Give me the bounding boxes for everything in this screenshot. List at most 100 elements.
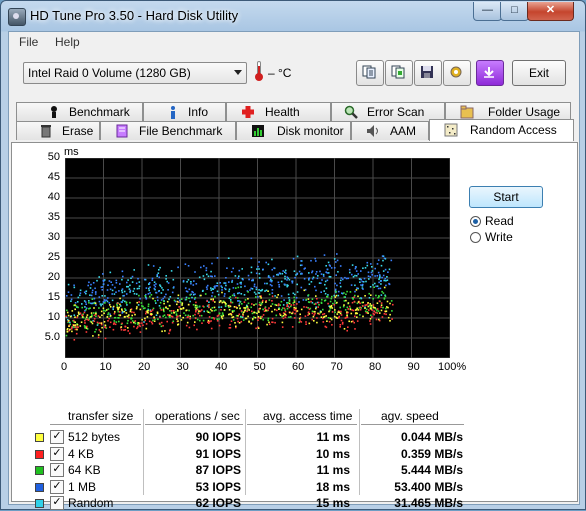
scatter-point-64-kb <box>134 322 137 325</box>
tab-benchmark[interactable]: Benchmark <box>16 102 143 121</box>
x-tick-label: 90 <box>407 361 420 373</box>
series-checkbox[interactable]: ✓ <box>50 496 64 510</box>
scatter-point-512-bytes <box>228 309 231 311</box>
scatter-point-64-kb <box>95 315 97 317</box>
drive-select[interactable]: Intel Raid 0 Volume (1280 GB) <box>23 62 247 84</box>
x-tick-label: 0 <box>61 361 68 373</box>
scatter-point-1-mb <box>105 299 108 302</box>
tab-erase[interactable]: Erase <box>16 121 100 140</box>
save-button[interactable] <box>414 60 442 86</box>
read-radio-label[interactable]: Read <box>485 214 514 228</box>
series-checkbox[interactable]: ✓ <box>50 463 64 477</box>
scatter-point-512-bytes <box>347 302 350 304</box>
scatter-point-512-bytes <box>300 308 303 311</box>
tab-disk-monitor[interactable]: Disk monitor <box>236 121 351 140</box>
start-button[interactable]: Start <box>469 186 543 208</box>
scatter-point-4-kb <box>93 320 96 322</box>
scatter-point-random <box>159 285 162 288</box>
scatter-point-512-bytes <box>86 314 89 316</box>
scatter-point-4-kb <box>197 312 199 315</box>
scatter-point-512-bytes <box>223 309 226 311</box>
scatter-point-64-kb <box>343 296 346 298</box>
scatter-point-1-mb <box>342 278 344 281</box>
scatter-point-4-kb <box>131 311 133 313</box>
minimize-button[interactable]: — <box>473 2 502 21</box>
scatter-point-1-mb <box>221 289 223 291</box>
scatter-point-512-bytes <box>279 314 282 316</box>
scatter-point-random <box>145 296 147 299</box>
x-tick-label: 100% <box>438 361 467 373</box>
scatter-point-512-bytes <box>114 311 116 313</box>
scatter-point-1-mb <box>354 290 356 293</box>
scatter-point-1-mb <box>120 301 123 303</box>
maximize-button[interactable]: □ <box>500 2 529 21</box>
scatter-point-4-kb <box>262 314 265 316</box>
scatter-point-4-kb <box>316 317 318 319</box>
scatter-point-64-kb <box>93 302 95 305</box>
write-radio-label[interactable]: Write <box>485 230 513 244</box>
menu-help[interactable]: Help <box>55 35 80 49</box>
tab-aam[interactable]: AAM <box>351 121 429 140</box>
scatter-point-4-kb <box>169 328 172 331</box>
series-checkbox[interactable]: ✓ <box>50 446 64 461</box>
scatter-point-512-bytes <box>177 310 179 312</box>
close-button[interactable]: ✕ <box>527 2 574 21</box>
options-button[interactable] <box>443 60 471 86</box>
scatter-point-random <box>261 288 264 291</box>
scatter-point-1-mb <box>206 288 208 290</box>
scatter-point-1-mb <box>223 295 226 297</box>
tab-file-benchmark[interactable]: File Benchmark <box>100 121 236 140</box>
scatter-point-512-bytes <box>259 304 262 307</box>
scatter-point-512-bytes <box>335 316 338 319</box>
series-checkbox[interactable]: ✓ <box>50 479 64 494</box>
title-bar[interactable]: HD Tune Pro 3.50 - Hard Disk Utility — □… <box>1 1 585 31</box>
drive-select-value: Intel Raid 0 Volume (1280 GB) <box>28 66 191 80</box>
scatter-point-512-bytes <box>169 314 171 316</box>
copy-screenshot-button[interactable] <box>385 60 413 86</box>
tab-info[interactable]: Info <box>143 102 226 121</box>
scatter-point-1-mb <box>224 287 226 290</box>
exit-button[interactable]: Exit <box>512 60 566 86</box>
copy-text-button[interactable] <box>356 60 384 86</box>
write-radio[interactable] <box>470 232 481 243</box>
scatter-point-64-kb <box>65 334 68 337</box>
menu-file[interactable]: File <box>19 35 38 49</box>
tab-health[interactable]: Health <box>226 102 331 121</box>
scatter-point-random <box>185 296 188 299</box>
scatter-point-random <box>308 283 311 285</box>
scatter-point-4-kb <box>284 316 287 318</box>
scatter-point-random <box>212 288 215 290</box>
scatter-point-64-kb <box>268 293 271 296</box>
scatter-point-random <box>325 265 327 267</box>
download-button[interactable] <box>476 60 504 86</box>
scatter-point-512-bytes <box>336 301 338 304</box>
scatter-point-512-bytes <box>378 318 380 321</box>
scatter-point-random <box>288 297 290 299</box>
tab-random-access[interactable]: Random Access <box>429 119 574 141</box>
scatter-point-1-mb <box>104 300 106 302</box>
series-color-swatch <box>35 466 44 475</box>
scatter-point-1-mb <box>108 302 111 304</box>
scatter-point-1-mb <box>269 276 271 279</box>
ops-per-sec-value: 91 IOPS <box>195 446 241 461</box>
scatter-point-1-mb <box>294 276 296 279</box>
tab-error-scan[interactable]: Error Scan <box>331 102 445 121</box>
scatter-point-4-kb <box>217 314 220 317</box>
scatter-point-random <box>119 305 122 307</box>
scatter-point-1-mb <box>339 282 341 284</box>
read-radio[interactable] <box>470 216 481 227</box>
series-checkbox[interactable]: ✓ <box>50 430 64 444</box>
scatter-point-512-bytes <box>211 310 213 312</box>
scatter-point-1-mb <box>233 293 235 295</box>
client-area: File Help Intel Raid 0 Volume (1280 GB) … <box>8 31 580 510</box>
scatter-point-512-bytes <box>246 305 249 308</box>
scatter-point-1-mb <box>84 301 87 303</box>
scatter-point-1-mb <box>90 294 93 297</box>
scatter-point-512-bytes <box>73 324 75 327</box>
scatter-point-1-mb <box>184 263 187 265</box>
scatter-point-1-mb <box>240 283 242 285</box>
scatter-point-1-mb <box>271 268 273 271</box>
scatter-point-512-bytes <box>333 315 336 318</box>
scatter-point-4-kb <box>202 305 204 307</box>
scatter-point-4-kb <box>188 326 191 329</box>
